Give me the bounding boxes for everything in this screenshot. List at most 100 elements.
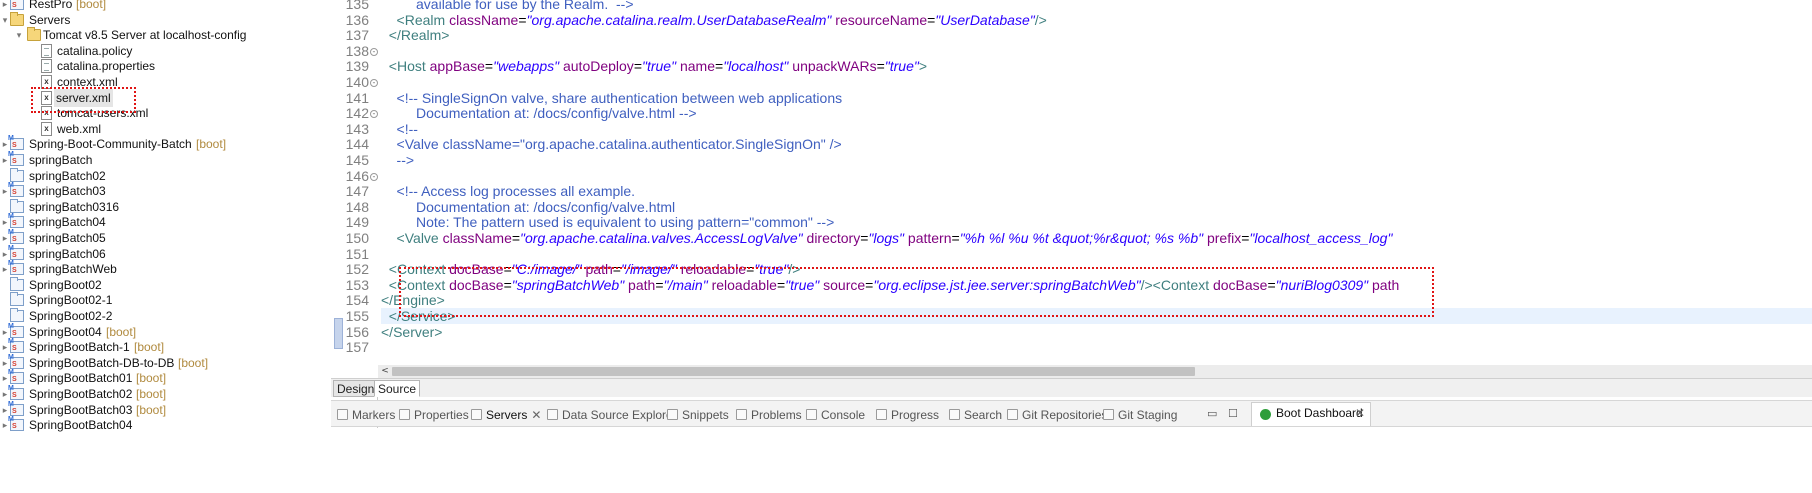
code-line: Note: The pattern used is equivalent to … [381,214,834,230]
spring-project-icon: MS [8,135,24,150]
code-token: --> [381,152,415,168]
code-token: appBase [429,58,485,74]
file-icon [41,44,52,58]
line-number: 151 [345,246,369,262]
project-icon [10,308,24,322]
tab-console[interactable]: Console [806,406,865,424]
tab-boot-dashboard[interactable]: Boot Dashboard ✕ [1251,402,1371,426]
code-token: <Realm [381,12,450,28]
project-explorer: ▸MSRestPro[boot]▾Servers▾Tomcat v8.5 Ser… [0,0,378,493]
fold-toggle-icon[interactable]: - [370,79,378,87]
tab-search[interactable]: Search [949,406,1002,424]
properties-icon [399,409,410,420]
fold-toggle-icon[interactable]: - [370,173,378,181]
tab-properties[interactable]: Properties [399,406,469,424]
code-token: "true" [642,58,677,74]
boot-tag: [boot] [136,387,167,401]
tab-label: Snippets [682,408,729,422]
boot-tag: [boot] [178,356,209,370]
tab-markers[interactable]: Markers [337,406,395,424]
tab-servers[interactable]: Servers ✕ [471,406,541,424]
boot-tag: [boot] [106,325,137,339]
code-token: "org.apache.catalina.realm.UserDatabaseR… [526,12,832,28]
code-token: "%h %l %u %t &quot;%r&quot; %s %b" [959,230,1204,246]
maximize-icon[interactable]: ☐ [1228,407,1238,420]
boot-tag: [boot] [136,371,167,385]
boot-tag: [boot] [136,403,167,417]
line-number: 149 [345,214,369,230]
spring-project-icon: MS [8,260,24,275]
markers-icon [337,409,348,420]
project-icon [10,168,24,182]
tab-label: Git Staging [1118,408,1178,422]
code-area[interactable]: available for use by the Realm. --> <Rea… [381,0,1812,378]
code-token: "org.apache.catalina.valves.AccessLogVal… [520,230,803,246]
tab-problems[interactable]: Problems [736,406,802,424]
line-number: 144 [345,136,369,152]
code-line: <Valve className="org.apache.catalina.au… [381,136,842,152]
code-token: available for use by the Realm. --> [381,0,634,12]
tab-git-repositories[interactable]: Git Repositories [1007,406,1107,424]
code-line: <Host appBase="webapps" autoDeploy="true… [381,58,927,74]
code-token: pattern [904,230,952,246]
servers-icon [471,409,482,420]
console-icon [806,409,817,420]
line-number: 150 [345,230,369,246]
line-number: 155 [345,308,369,324]
code-token: "webapps" [493,58,560,74]
fold-toggle-icon[interactable]: - [370,110,378,118]
tab-git-staging[interactable]: Git Staging [1103,406,1177,424]
fold-toggle-icon[interactable]: - [370,48,378,56]
code-token: = [876,58,885,74]
code-line: --> [381,152,415,168]
code-token: <Valve [381,230,443,246]
tab-label: Servers [486,408,528,422]
spring-project-icon: MS [8,369,24,384]
code-token: </Realm> [381,27,450,43]
close-icon[interactable]: ✕ [531,408,541,422]
horizontal-scrollbar[interactable]: < [378,365,1812,378]
scroll-left-icon[interactable]: < [378,365,392,378]
code-token: > [918,58,928,74]
spring-project-icon: MS [8,416,24,431]
tab-snippets[interactable]: Snippets [667,406,729,424]
tab-data-source-explorer[interactable]: Data Source Explorer [547,406,677,424]
line-number: 143 [345,121,369,137]
close-icon[interactable]: ✕ [1355,406,1365,420]
tab-design[interactable]: Design [333,380,379,397]
spring-project-icon: MS [8,182,24,197]
code-token: autoDeploy [559,58,634,74]
line-number: 139 [345,58,369,74]
minimize-icon[interactable]: ▭ [1207,407,1217,420]
tree-item[interactable]: ▸ M S SpringBootBatch04 [0,416,377,434]
project-icon [10,292,24,306]
code-token: className [442,230,512,246]
spring-project-icon: MS [8,323,24,338]
context-lines-highlight [399,267,1434,317]
code-token: "logs" [868,230,905,246]
xml-source-editor[interactable]: 135 136 137 138-139 140-141 142-143 144 145 146-… [331,0,1812,378]
tab-label: Git Repositories [1022,408,1108,422]
server-xml-highlight [31,87,136,113]
boot-tag: [boot] [134,340,165,354]
line-number: 152 [345,261,369,277]
folder-icon [10,12,24,26]
line-number: 140 [345,74,369,90]
tab-progress[interactable]: Progress [876,406,939,424]
servers-view-content [331,428,1812,493]
code-token: "UserDatabase" [935,12,1035,28]
code-token: = [518,12,527,28]
scrollbar-thumb[interactable] [392,367,1195,376]
tab-source[interactable]: Source [374,380,421,397]
code-line: Documentation at: /docs/config/valve.htm… [381,199,675,215]
line-number: 137 [345,27,369,43]
tab-label: Problems [751,408,802,422]
spring-project-icon: MS [8,385,24,400]
code-line: <!-- SingleSignOn valve, share authentic… [381,90,843,106]
code-token: "localhost_access_log" [1249,230,1393,246]
git-repositories-icon [1007,409,1018,420]
code-token: unpackWARs [788,58,877,74]
code-token: /> [1034,12,1047,28]
spring-project-icon: MS [8,0,24,10]
line-number: 138 [345,43,369,59]
